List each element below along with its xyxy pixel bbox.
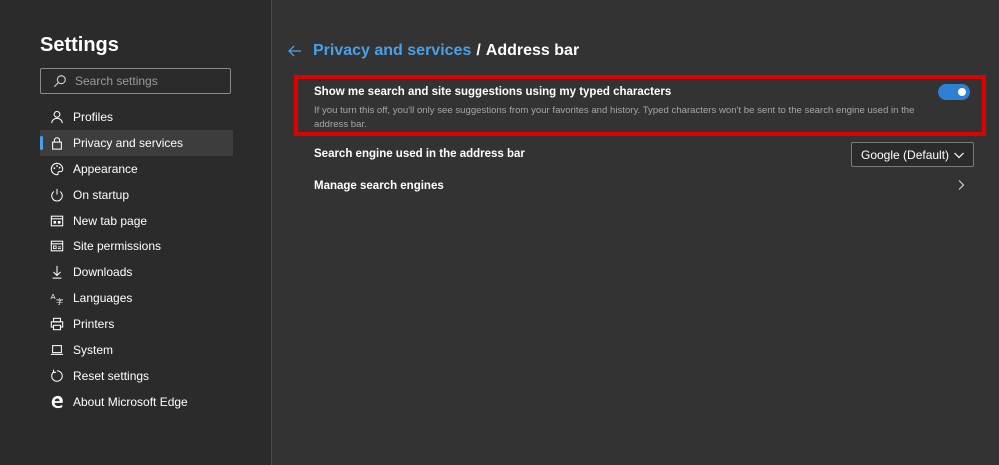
sidebar-item-label: Site permissions [73, 239, 162, 254]
sidebar-item-site-permissions[interactable]: Site permissions [40, 233, 233, 259]
search-engine-dropdown[interactable]: Google (Default) [851, 142, 974, 167]
sidebar: Settings Profiles Privacy and services [0, 0, 272, 465]
sidebar-title: Settings [40, 34, 119, 56]
back-arrow-icon[interactable] [287, 43, 303, 59]
breadcrumb-separator: / [476, 42, 481, 59]
settings-page: Settings Profiles Privacy and services [0, 0, 999, 465]
sidebar-item-label: Downloads [73, 265, 133, 280]
sidebar-item-downloads[interactable]: Downloads [40, 259, 233, 285]
edge-logo-icon [49, 394, 65, 410]
sidebar-item-label: System [73, 342, 114, 357]
manage-search-engines-row[interactable]: Manage search engines [314, 180, 444, 192]
printer-icon [49, 316, 65, 332]
sidebar-item-languages[interactable]: A字 Languages [40, 285, 233, 311]
palette-icon [49, 161, 65, 177]
suggestions-toggle[interactable] [938, 84, 970, 100]
sidebar-item-label: Languages [73, 291, 133, 306]
breadcrumb-parent-link[interactable]: Privacy and services [313, 42, 471, 60]
person-icon [49, 109, 65, 125]
sidebar-item-label: On startup [73, 187, 130, 202]
languages-icon: A字 [49, 290, 65, 306]
new-tab-icon [49, 213, 65, 229]
search-icon [53, 74, 67, 88]
breadcrumb: Privacy and services / Address bar [287, 41, 579, 61]
search-engine-selected-value: Google (Default) [861, 147, 950, 162]
reset-icon [49, 368, 65, 384]
sidebar-item-system[interactable]: System [40, 337, 233, 363]
suggestions-setting-title: Show me search and site suggestions usin… [314, 86, 672, 98]
sidebar-item-new-tab-page[interactable]: New tab page [40, 208, 233, 234]
sidebar-item-label: Privacy and services [73, 135, 184, 150]
main-content: Privacy and services / Address bar Show … [273, 0, 999, 465]
lock-icon [49, 135, 65, 151]
download-icon [49, 264, 65, 280]
sidebar-nav: Profiles Privacy and services Appearance… [40, 104, 233, 415]
sidebar-item-label: Printers [73, 317, 115, 332]
search-engine-label: Search engine used in the address bar [314, 148, 525, 160]
laptop-icon [49, 342, 65, 358]
sidebar-item-label: Appearance [73, 161, 138, 176]
sidebar-item-label: About Microsoft Edge [73, 394, 188, 409]
sidebar-item-label: New tab page [73, 213, 148, 228]
page-title: Address bar [485, 42, 580, 59]
svg-text:字: 字 [56, 297, 63, 305]
toggle-knob [958, 88, 966, 96]
sidebar-item-label: Profiles [73, 109, 114, 124]
sidebar-item-privacy-and-services[interactable]: Privacy and services [40, 129, 233, 156]
search-input[interactable] [75, 74, 230, 88]
site-permissions-icon [49, 238, 65, 254]
sidebar-item-about-microsoft-edge[interactable]: About Microsoft Edge [40, 389, 233, 415]
sidebar-item-appearance[interactable]: Appearance [40, 156, 233, 182]
suggestions-setting-description: If you turn this off, you'll only see su… [314, 105, 915, 130]
sidebar-item-reset-settings[interactable]: Reset settings [40, 363, 233, 389]
sidebar-item-on-startup[interactable]: On startup [40, 182, 233, 208]
power-icon [49, 187, 65, 203]
sidebar-item-label: Reset settings [73, 368, 150, 383]
sidebar-item-profiles[interactable]: Profiles [40, 104, 233, 130]
sidebar-item-printers[interactable]: Printers [40, 311, 233, 337]
chevron-down-icon [953, 149, 965, 161]
chevron-right-icon[interactable] [955, 179, 967, 191]
search-box[interactable] [40, 68, 231, 94]
